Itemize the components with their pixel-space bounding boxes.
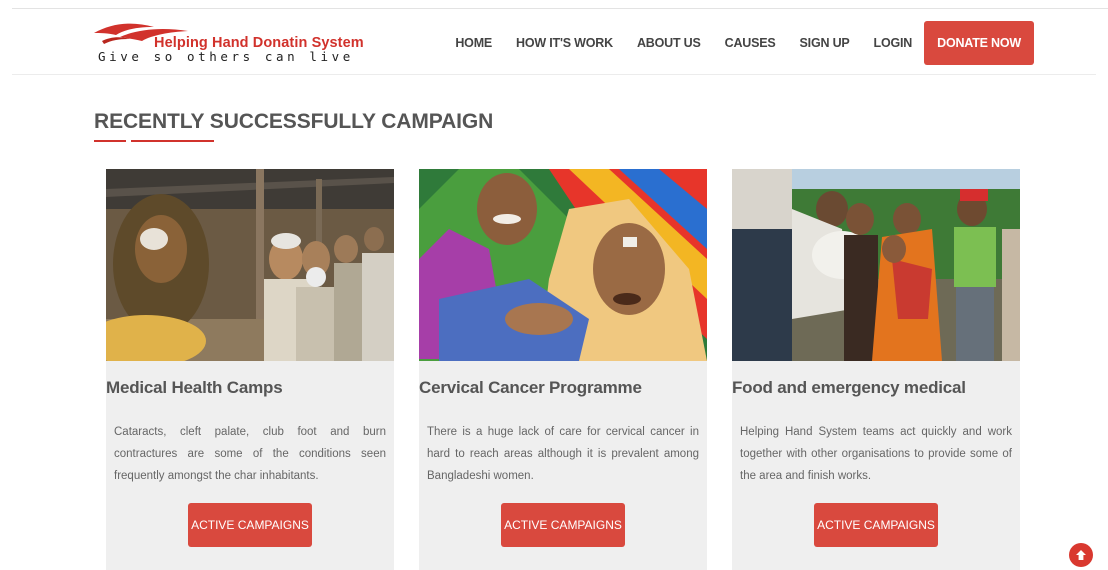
site-header: Helping Hand Donatin System Give so othe…: [12, 9, 1096, 75]
campaign-card: Medical Health Camps Cataracts, cleft pa…: [106, 169, 394, 570]
card-title: Cervical Cancer Programme: [419, 378, 642, 397]
arrow-up-circle-icon[interactable]: [1069, 543, 1093, 567]
brand-tagline: Give so others can live: [98, 49, 354, 64]
nav-about-us[interactable]: ABOUT US: [637, 36, 701, 50]
nav-how-its-work[interactable]: HOW IT'S WORK: [516, 36, 613, 50]
title-underline: [131, 140, 214, 142]
people-at-medical-camp-photo[interactable]: [106, 169, 394, 361]
section-title: RECENTLY SUCCESSFULLY CAMPAIGN: [94, 110, 494, 133]
nav-login[interactable]: LOGIN: [874, 36, 913, 50]
card-description: Helping Hand System teams act quickly an…: [740, 426, 1012, 482]
card-description: There is a huge lack of care for cervica…: [427, 426, 699, 482]
card-title: Medical Health Camps: [106, 378, 283, 397]
active-campaigns-button[interactable]: ACTIVE CAMPAIGNS: [814, 503, 938, 547]
smiling-elderly-women-photo[interactable]: [419, 169, 707, 361]
main-nav: HOME HOW IT'S WORK ABOUT US CAUSES SIGN …: [455, 21, 1034, 65]
food-aid-distribution-photo[interactable]: [732, 169, 1020, 361]
donate-now-button[interactable]: DONATE NOW: [924, 21, 1034, 65]
active-campaigns-button[interactable]: ACTIVE CAMPAIGNS: [501, 503, 625, 547]
nav-sign-up[interactable]: SIGN UP: [800, 36, 850, 50]
campaign-card: Cervical Cancer Programme There is a hug…: [419, 169, 707, 570]
title-underline: [94, 140, 126, 142]
nav-home[interactable]: HOME: [455, 36, 492, 50]
campaign-card: Food and emergency medical Helping Hand …: [732, 169, 1020, 570]
card-description: Cataracts, cleft palate, club foot and b…: [114, 426, 386, 482]
card-title: Food and emergency medical: [732, 378, 966, 397]
site-logo[interactable]: Helping Hand Donatin System Give so othe…: [92, 19, 392, 65]
active-campaigns-button[interactable]: ACTIVE CAMPAIGNS: [188, 503, 312, 547]
nav-causes[interactable]: CAUSES: [725, 36, 776, 50]
